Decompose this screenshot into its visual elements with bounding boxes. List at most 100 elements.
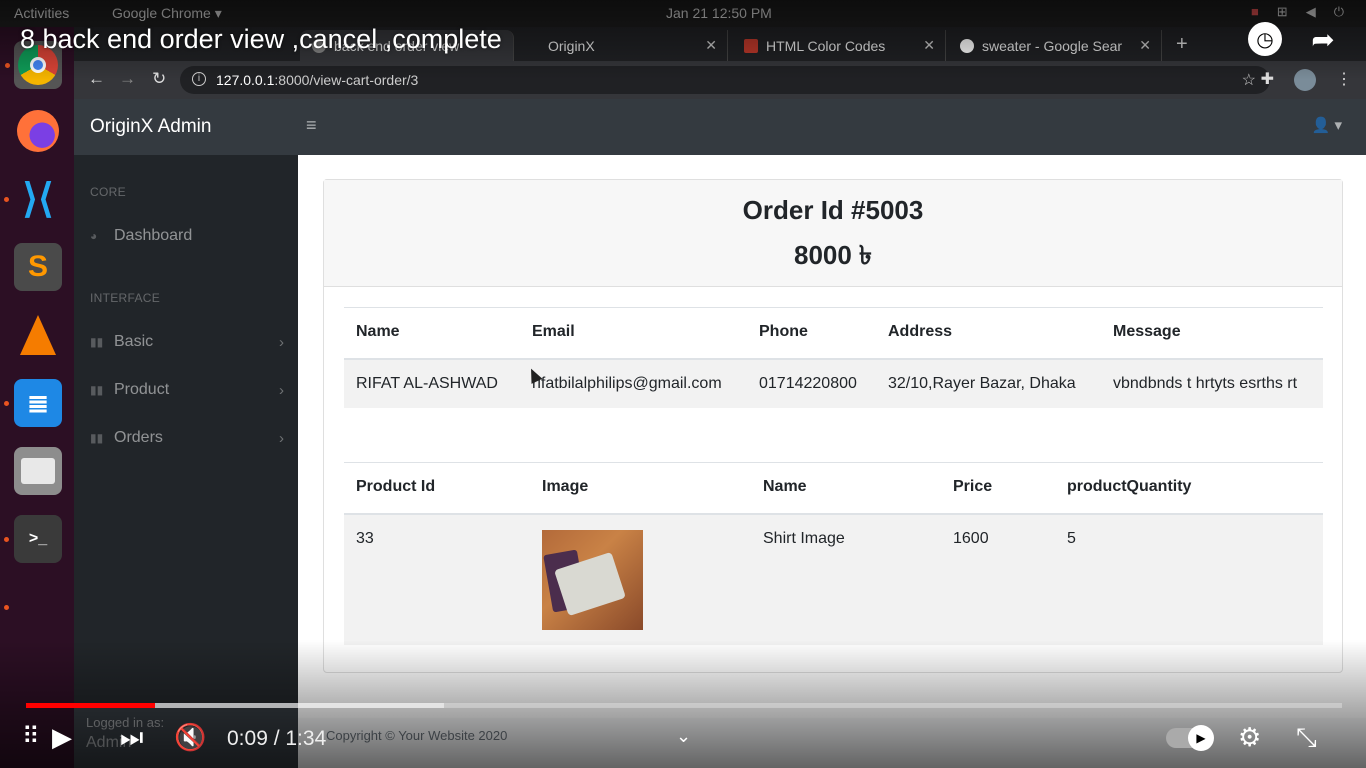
products-table: Product Id Image Name Price productQuant… [344, 462, 1323, 645]
extensions-icon[interactable]: ✚ [1261, 69, 1274, 91]
col-quantity: productQuantity [1055, 462, 1323, 515]
customer-email: rifatbilalphilips@gmail.com [520, 359, 747, 408]
app-menu[interactable]: Google Chrome ▾ [112, 5, 222, 22]
video-title[interactable]: 8 back end order view ,cancel ,complete [20, 24, 502, 55]
col-phone: Phone [747, 307, 876, 360]
sidebar-toggle-icon[interactable]: ≡ [306, 115, 317, 136]
tab-html-color-codes[interactable]: HTML Color Codes ✕ [732, 30, 946, 61]
activities-button[interactable]: Activities [14, 5, 69, 21]
order-total: 8000 ৳ [793, 240, 872, 270]
dock-files[interactable] [14, 447, 62, 495]
system-top-bar: Activities Google Chrome ▾ Jan 21 12:50 … [0, 0, 1366, 27]
product-image [542, 530, 643, 630]
mute-icon[interactable]: 🔇 [174, 722, 206, 753]
dock-terminal[interactable]: >_ [14, 515, 62, 563]
user-menu-icon[interactable]: 👤 ▾ [1312, 116, 1342, 134]
customer-address: 32/10,Rayer Bazar, Dhaka [876, 359, 1101, 408]
page-icon [526, 39, 540, 53]
sidebar-item-basic[interactable]: ▮▮ Basic › [90, 330, 284, 354]
main-content: Order Id #5003 8000 ৳ Name Email Phone A… [298, 155, 1366, 768]
dock-vscode[interactable]: ⟩⟨ [14, 175, 62, 223]
close-tab-icon[interactable]: ✕ [705, 37, 717, 54]
chevron-right-icon: › [279, 381, 284, 399]
customer-phone: 01714220800 [747, 359, 876, 408]
col-image: Image [530, 462, 751, 515]
screen: Activities Google Chrome ▾ Jan 21 12:50 … [0, 0, 1366, 768]
order-card-header: Order Id #5003 8000 ৳ [324, 180, 1342, 287]
dock-vlc[interactable] [14, 311, 62, 359]
product-image-cell [530, 514, 751, 645]
network-icon: ⊞ [1276, 4, 1288, 19]
system-tray[interactable]: ■ ⊞ ◀ ⏻ [1251, 4, 1344, 20]
sidebar-item-orders[interactable]: ▮▮ Orders › [90, 426, 284, 450]
col-address: Address [876, 307, 1101, 360]
table-header-row: Name Email Phone Address Message [344, 307, 1323, 360]
reload-icon[interactable]: ↻ [152, 69, 166, 89]
browser-menu-icon[interactable]: ⋮ [1336, 69, 1352, 91]
power-icon: ⏻ [1333, 4, 1344, 19]
customer-table: Name Email Phone Address Message RIFAT A… [344, 307, 1323, 408]
video-time: 0:09 / 1:34 [227, 727, 327, 750]
bookmark-star-icon[interactable]: ☆ [1242, 70, 1256, 90]
book-icon: ▮▮ [90, 431, 104, 445]
close-tab-icon[interactable]: ✕ [923, 37, 935, 54]
volume-icon: ◀ [1305, 4, 1316, 19]
col-name: Name [344, 307, 520, 360]
book-icon: ▮▮ [90, 335, 104, 349]
dock-writer[interactable]: ≣ [14, 379, 62, 427]
writer-icon: ≣ [27, 387, 49, 418]
url-host: 127.0.0.1 [216, 72, 275, 88]
site-info-icon[interactable]: i [192, 72, 206, 86]
address-bar[interactable]: i 127.0.0.1:8000/view-cart-order/3 ☆ [180, 66, 1270, 94]
product-quantity: 5 [1055, 514, 1323, 645]
tachometer-icon: ◕ [90, 229, 98, 243]
col-message: Message [1101, 307, 1323, 360]
files-icon [21, 458, 55, 484]
tab-originx[interactable]: OriginX ✕ [514, 30, 728, 61]
vscode-icon: ⟩⟨ [22, 177, 54, 221]
tab-google-search[interactable]: sweater - Google Sear ✕ [948, 30, 1162, 61]
clock[interactable]: Jan 21 12:50 PM [666, 5, 772, 21]
back-icon[interactable]: ← [88, 69, 105, 89]
autoplay-play-icon: ▶ [1188, 725, 1214, 751]
product-price: 1600 [941, 514, 1055, 645]
copyright-text: Copyright © Your Website 2020 [326, 728, 508, 743]
url-path: :8000/view-cart-order/3 [274, 72, 419, 88]
profile-avatar[interactable] [1294, 69, 1316, 91]
sidebar-item-product[interactable]: ▮▮ Product › [90, 378, 284, 402]
firefox-icon [17, 110, 59, 152]
order-id-title: Order Id #5003 [742, 195, 924, 225]
google-icon [960, 39, 974, 53]
video-progress-bar[interactable] [26, 703, 1342, 708]
terminal-icon: >_ [28, 530, 48, 547]
customer-name: RIFAT AL-ASHWAD [344, 359, 520, 408]
sidebar-heading-interface: INTERFACE [90, 291, 161, 305]
share-icon[interactable]: ➦ [1306, 22, 1340, 56]
settings-gear-icon[interactable]: ⚙ [1238, 722, 1261, 753]
sidebar-heading-core: CORE [90, 185, 126, 199]
chevron-down-icon[interactable]: ⌄ [676, 726, 691, 747]
col-price: Price [941, 462, 1055, 515]
running-indicator [4, 197, 9, 202]
htmlcolor-favicon-icon [744, 39, 758, 53]
autoplay-toggle[interactable]: ▶ [1166, 725, 1214, 751]
admin-brand[interactable]: OriginX Admin [90, 116, 211, 138]
table-row: RIFAT AL-ASHWAD rifatbilalphilips@gmail.… [344, 359, 1323, 408]
sidebar-item-dashboard[interactable]: ◕ Dashboard [90, 224, 284, 248]
playlist-icon[interactable]: ⠿ [22, 722, 40, 751]
running-indicator [4, 401, 9, 406]
col-product-name: Name [751, 462, 941, 515]
customer-message: vbndbnds t hrtyts esrths rt [1101, 359, 1323, 408]
exit-fullscreen-icon[interactable]: ⤡ [1296, 722, 1317, 754]
dock-sublime[interactable]: S [14, 243, 62, 291]
close-tab-icon[interactable]: ✕ [1139, 37, 1151, 54]
dock-firefox[interactable] [14, 107, 62, 155]
chevron-right-icon: › [279, 429, 284, 447]
new-tab-icon[interactable]: + [1176, 33, 1188, 56]
video-played [26, 703, 155, 708]
play-icon[interactable]: ▶ [52, 722, 72, 753]
watch-later-icon[interactable]: ◷ [1248, 22, 1282, 56]
next-icon[interactable]: ⏭ [120, 722, 143, 754]
forward-icon[interactable]: → [119, 69, 136, 89]
book-icon: ▮▮ [90, 383, 104, 397]
